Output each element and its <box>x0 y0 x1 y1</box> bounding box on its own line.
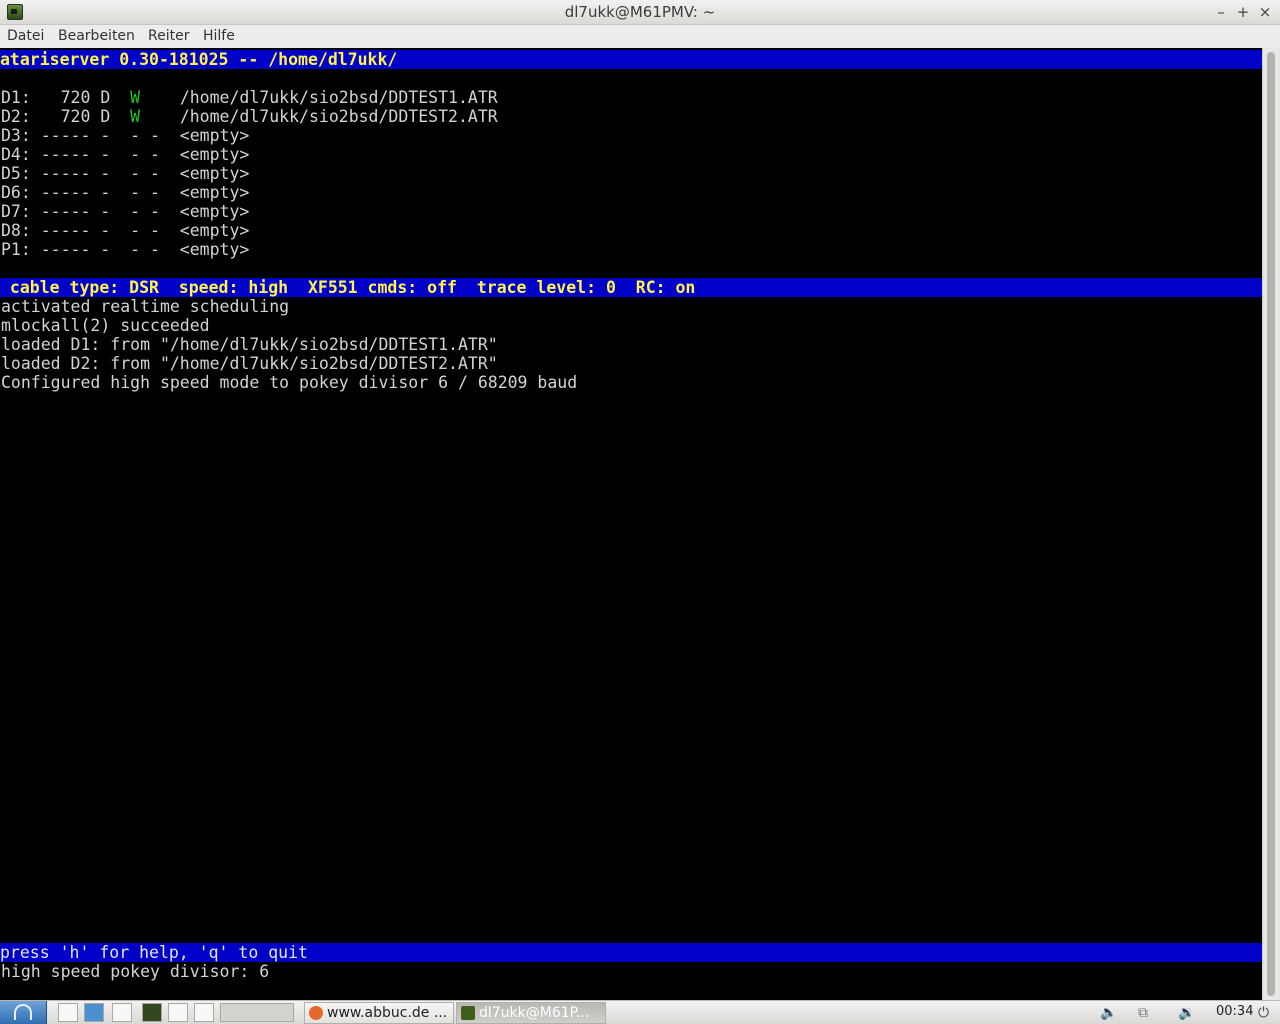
write-flag: W <box>130 88 141 107</box>
terminal-icon <box>461 1006 475 1020</box>
window-titlebar: dl7ukk@M61PMV: ~ – + × <box>0 0 1280 25</box>
task-label: dl7ukk@M61P... <box>479 1005 590 1021</box>
task-terminal[interactable]: dl7ukk@M61P... <box>456 1002 606 1024</box>
network-icon[interactable]: ⧉ <box>1138 1005 1148 1021</box>
text-editor-icon[interactable] <box>168 1003 188 1022</box>
menu-reiter[interactable]: Reiter <box>148 28 189 44</box>
drive-row: P1: ----- - - - <empty> <box>1 240 250 259</box>
minimize-button[interactable]: – <box>1212 2 1230 22</box>
terminal-launcher-icon[interactable] <box>142 1003 162 1022</box>
drive-row: D1: 720 D W /home/dl7ukk/sio2bsd/DDTEST1… <box>1 88 1261 107</box>
maximize-button[interactable]: + <box>1234 2 1252 22</box>
desktop-icon[interactable] <box>84 1003 104 1022</box>
task-label: www.abbuc.de ... <box>327 1005 448 1021</box>
drive-info: D2: 720 D <box>1 107 131 126</box>
menubar: Datei Bearbeiten Reiter Hilfe <box>0 25 1280 48</box>
close-button[interactable]: × <box>1256 2 1274 22</box>
terminal-scrollbar[interactable] <box>1262 48 1280 1000</box>
write-flag: W <box>130 107 141 126</box>
help-bar: press 'h' for help, 'q' to quit <box>0 943 1262 962</box>
clock: 00:34 <box>1216 1004 1254 1019</box>
command-prompt[interactable]: high speed pokey divisor: 6 <box>1 962 1261 981</box>
drive-row: D7: ----- - - - <empty> <box>1 202 250 221</box>
taskbar: www.abbuc.de ... dl7ukk@M61P... 🔈 ⧉ 🔉 00… <box>0 1000 1280 1024</box>
terminal-area[interactable]: atariserver 0.30-181025 -- /home/dl7ukk/… <box>0 48 1262 1000</box>
drive-info: D1: 720 D <box>1 88 131 107</box>
log-line: mlockall(2) succeeded <box>1 316 210 335</box>
browser-icon[interactable] <box>112 1003 132 1022</box>
scrollbar-thumb[interactable] <box>1267 52 1275 996</box>
menu-hilfe[interactable]: Hilfe <box>203 28 235 44</box>
drive-row: D4: ----- - - - <empty> <box>1 145 250 164</box>
task-firefox[interactable]: www.abbuc.de ... <box>304 1002 454 1024</box>
drive-path: /home/dl7ukk/sio2bsd/DDTEST2.ATR <box>140 107 498 126</box>
drive-row: D6: ----- - - - <empty> <box>1 183 250 202</box>
start-menu-button[interactable] <box>0 1001 47 1024</box>
firefox-icon <box>309 1006 323 1020</box>
pager-icon[interactable] <box>220 1003 294 1022</box>
log-line: activated realtime scheduling <box>1 297 290 316</box>
terminal-header: atariserver 0.30-181025 -- /home/dl7ukk/ <box>0 50 1262 69</box>
power-icon[interactable]: ⏻ <box>1258 1005 1269 1021</box>
audio-mute-icon[interactable]: 🔉 <box>1178 1005 1195 1021</box>
log-line: loaded D2: from "/home/dl7ukk/sio2bsd/DD… <box>1 354 498 373</box>
log-line: loaded D1: from "/home/dl7ukk/sio2bsd/DD… <box>1 335 498 354</box>
volume-icon[interactable]: 🔈 <box>1100 1005 1117 1021</box>
drive-path: /home/dl7ukk/sio2bsd/DDTEST1.ATR <box>140 88 498 107</box>
menu-datei[interactable]: Datei <box>7 28 44 44</box>
window-title: dl7ukk@M61PMV: ~ <box>564 3 716 21</box>
file-manager-icon[interactable] <box>58 1003 78 1022</box>
drive-row: D8: ----- - - - <empty> <box>1 221 250 240</box>
drive-row: D2: 720 D W /home/dl7ukk/sio2bsd/DDTEST2… <box>1 107 1261 126</box>
drive-row: D5: ----- - - - <empty> <box>1 164 250 183</box>
start-menu-icon <box>14 1004 32 1020</box>
menu-bearbeiten[interactable]: Bearbeiten <box>58 28 135 44</box>
log-line: Configured high speed mode to pokey divi… <box>1 373 578 392</box>
drive-row: D3: ----- - - - <empty> <box>1 126 250 145</box>
window-list-icon[interactable] <box>194 1003 214 1022</box>
status-bar: cable type: DSR speed: high XF551 cmds: … <box>0 278 1262 297</box>
